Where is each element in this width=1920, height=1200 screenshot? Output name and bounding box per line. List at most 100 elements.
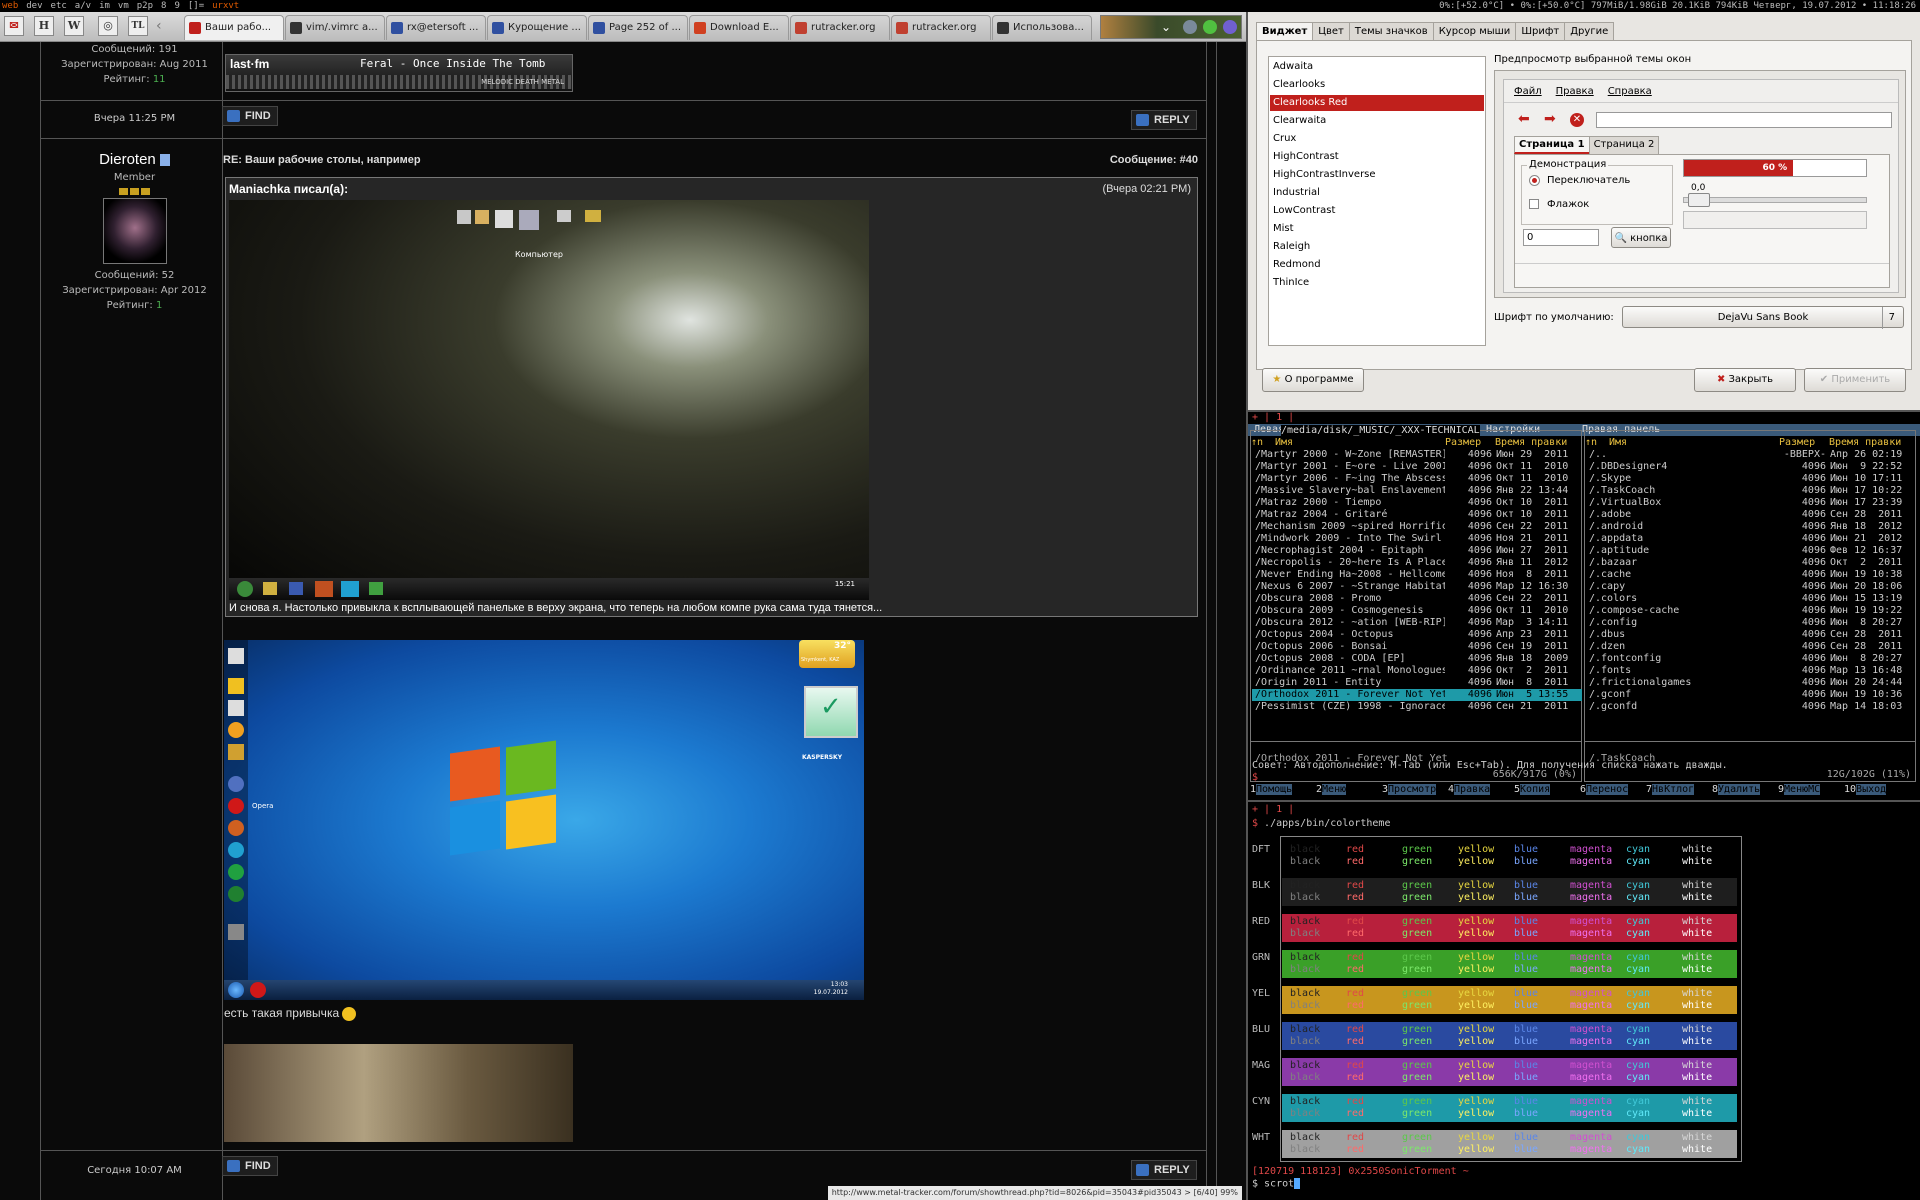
mc-file-row[interactable]: /Ordinance 2011 ~rnal Monologues 4096 Окт … [1252, 665, 1582, 677]
extension-icon[interactable] [1223, 20, 1237, 34]
mc-file-row[interactable]: /Matraz 2004 - Gritaré 4096 Окт 10 2011 [1252, 509, 1582, 521]
mc-fkey[interactable]: 8Удалить [1710, 784, 1776, 796]
preview-scrollbar[interactable] [1515, 263, 1889, 275]
preview-menubar[interactable]: Файл Правка Справка [1514, 86, 1666, 97]
theme-item[interactable]: Crux [1270, 131, 1484, 147]
mc-file-row[interactable]: /.fontconfig 4096 Июн 8 20:27 [1586, 653, 1916, 665]
mc-file-row[interactable]: /Mechanism 2009 ~spired Horrific 4096 Сен … [1252, 521, 1582, 533]
mc-fkey[interactable]: 2Меню [1314, 784, 1380, 796]
mc-fkey[interactable]: 10Выход [1842, 784, 1908, 796]
checkbox[interactable] [1529, 199, 1539, 209]
mc-file-row[interactable]: /Martyr 2000 - W~Zone [REMASTER] 4096 Июн … [1252, 449, 1582, 461]
preview-page-tab[interactable]: Страница 1 [1514, 136, 1590, 154]
tl-app-icon[interactable]: TL [128, 16, 148, 36]
weather-gadget[interactable]: 32° Shymkent, KAZ [799, 640, 855, 668]
mc-file-row[interactable]: /Matraz 2000 - Tiempo 4096 Окт 10 2011 [1252, 497, 1582, 509]
theme-item[interactable]: Clearlooks [1270, 77, 1484, 93]
mc-file-row[interactable]: /.colors 4096 Июн 15 13:19 [1586, 593, 1916, 605]
chevron-down-icon[interactable]: ⌄ [1161, 20, 1171, 34]
mc-prompt[interactable]: $ [1252, 772, 1258, 784]
workspace-tag[interactable]: a/v [75, 1, 91, 11]
mc-file-row[interactable]: /Octopus 2008 - CODA [EP] 4096 Янв 18 2009 [1252, 653, 1582, 665]
workspace-tag[interactable]: urxvt [212, 1, 239, 11]
close-button[interactable]: ✖ Закрыть [1694, 368, 1796, 392]
mc-right-panel[interactable]: ↑n Имя Размер Время правки /.. -ВВЕРХ- Апр 26… [1584, 430, 1916, 782]
mc-file-row[interactable]: /Orthodox 2011 - Forever Not Yet 4096 Июн … [1252, 689, 1582, 701]
find-button[interactable]: FIND [222, 106, 278, 126]
workspace-tag[interactable]: []= [188, 1, 204, 11]
workspace-tag[interactable]: 9 [174, 1, 179, 11]
mc-file-row[interactable]: /Obscura 2008 - Promo 4096 Сен 22 2011 [1252, 593, 1582, 605]
mc-file-row[interactable]: /Martyr 2001 - E~ore - Live 2001 4096 Окт … [1252, 461, 1582, 473]
mc-function-keys[interactable]: 1Помощь 2Меню 3Просмотр 4Правка 5Копия 6Перен… [1248, 784, 1920, 796]
status-green-icon[interactable] [1203, 20, 1217, 34]
reply-button[interactable]: REPLY [1131, 1160, 1197, 1180]
mc-file-row[interactable]: /.DBDesigner4 4096 Июн 9 22:52 [1586, 461, 1916, 473]
gtk-tab[interactable]: Другие [1564, 22, 1615, 40]
workspace-tag[interactable]: etc [51, 1, 67, 11]
workspace-tags[interactable]: web dev etc a/v im vm p2p 8 9 []= urxvt [2, 0, 247, 12]
mc-file-row[interactable]: /.fonts 4096 Мар 13 16:48 [1586, 665, 1916, 677]
gtk-tab[interactable]: Цвет [1312, 22, 1350, 40]
workspace-tag[interactable]: web [2, 1, 18, 11]
mc-file-row[interactable]: /.bazaar 4096 Окт 2 2011 [1586, 557, 1916, 569]
mc-file-row[interactable]: /Octopus 2006 - Bonsai 4096 Сен 19 2011 [1252, 641, 1582, 653]
mc-file-row[interactable]: /Never Ending Ha~2008 - Hellcome 4096 Ноя … [1252, 569, 1582, 581]
mc-file-row[interactable]: /.cache 4096 Июн 19 10:38 [1586, 569, 1916, 581]
reply-button[interactable]: REPLY [1131, 110, 1197, 130]
gtk-tab[interactable]: Курсор мыши [1432, 22, 1517, 40]
start-orb-icon[interactable] [228, 982, 244, 998]
browser-tab[interactable]: rutracker.org [891, 15, 991, 40]
browser-tab[interactable]: Ваши рабо... [184, 15, 284, 40]
slider[interactable] [1683, 193, 1867, 207]
mc-fkey[interactable]: 1Помощь [1248, 784, 1314, 796]
theme-list[interactable]: Adwaita Clearlooks Clearlooks Red Clearwait… [1268, 56, 1486, 346]
mc-file-row[interactable]: /Martyr 2006 - F~ing The Abscess 4096 Окт … [1252, 473, 1582, 485]
mc-left-panel[interactable]: /media/disk/_MUSIC/_XXX-TECHNICAL ↑n Имя Р… [1250, 425, 1582, 782]
mc-file-row[interactable]: /Obscura 2012 - ~ation [WEB-RIP] 4096 Мар … [1252, 617, 1582, 629]
mc-file-row[interactable]: /Obscura 2009 - Cosmogenesis 4096 Окт 11 2… [1252, 605, 1582, 617]
theme-item[interactable]: Adwaita [1270, 59, 1484, 75]
theme-item[interactable]: Mist [1270, 221, 1484, 237]
mc-file-row[interactable]: /Necropolis - 20~here Is A Place 4096 Янв … [1252, 557, 1582, 569]
theme-item[interactable]: HighContrastInverse [1270, 167, 1484, 183]
mc-file-row[interactable]: /.config 4096 Июн 8 20:27 [1586, 617, 1916, 629]
mc-file-row[interactable]: /.Skype 4096 Июн 10 17:11 [1586, 473, 1916, 485]
radio-button[interactable] [1529, 175, 1540, 186]
post-number[interactable]: Сообщение: #40 [1110, 153, 1198, 167]
browser-tab[interactable]: Курощение ... [487, 15, 587, 40]
mc-fkey[interactable]: 4Правка [1446, 784, 1512, 796]
mc-file-row[interactable]: /.compose-cache 4096 Июн 19 19:22 [1586, 605, 1916, 617]
theme-item[interactable]: Industrial [1270, 185, 1484, 201]
mc-file-row[interactable]: /Octopus 2004 - Octopus 4096 Апр 23 2011 [1252, 629, 1582, 641]
mc-file-row[interactable]: /.frictionalgames 4096 Июн 20 24:44 [1586, 677, 1916, 689]
workspace-tag[interactable]: 8 [161, 1, 166, 11]
mc-file-row[interactable]: /Nexus 6 2007 - ~Strange Habitat 4096 Мар … [1252, 581, 1582, 593]
theme-item[interactable]: Clearlooks Red [1270, 95, 1484, 111]
mc-file-row[interactable]: /Mindwork 2009 - Into The Swirl 4096 Ноя 2… [1252, 533, 1582, 545]
mc-file-row[interactable]: /.TaskCoach 4096 Июн 17 10:22 [1586, 485, 1916, 497]
browser-tab[interactable]: rutracker.org [790, 15, 890, 40]
preview-page-tabs[interactable]: Страница 1 Страница 2 [1514, 136, 1660, 154]
mc-fkey[interactable]: 6Перенос [1578, 784, 1644, 796]
gtk-tabs[interactable]: Виджет Цвет Темы значков Курсор мыши Шрифт Др… [1256, 22, 1615, 40]
about-button[interactable]: ★ О программе [1262, 368, 1364, 392]
mc-fkey[interactable]: 7НвКтлог [1644, 784, 1710, 796]
terminal-input[interactable]: $ scrot [1252, 1178, 1301, 1191]
preview-menu-item[interactable]: Правка [1556, 86, 1594, 97]
mc-fkey[interactable]: 3Просмотр [1380, 784, 1446, 796]
browser-tab[interactable]: Page 252 of ... [588, 15, 688, 40]
workspace-tag[interactable]: dev [26, 1, 42, 11]
stop-icon[interactable]: ✕ [1570, 113, 1584, 127]
gtk-tab[interactable]: Темы значков [1348, 22, 1434, 40]
mc-file-row[interactable]: /Pessimist (CZE) 1998 - Ignorace 4096 Сен … [1252, 701, 1582, 713]
mc-file-row[interactable]: /Origin 2011 - Entity 4096 Июн 8 2011 [1252, 677, 1582, 689]
username[interactable]: Dieroten [42, 150, 227, 170]
workspace-tag[interactable]: im [99, 1, 110, 11]
browser-tab[interactable]: Download E... [689, 15, 789, 40]
spin-input[interactable]: 0 [1523, 229, 1599, 246]
kaspersky-gadget[interactable]: ✓ [804, 686, 858, 738]
mc-file-row[interactable]: /.dzen 4096 Сен 28 2011 [1586, 641, 1916, 653]
browser-tab[interactable]: rx@etersoft ... [386, 15, 486, 40]
win7-desktop-screenshot[interactable]: Opera 32° Shymkent, KAZ ✓ KASPERSKY 13:0… [224, 640, 864, 1000]
